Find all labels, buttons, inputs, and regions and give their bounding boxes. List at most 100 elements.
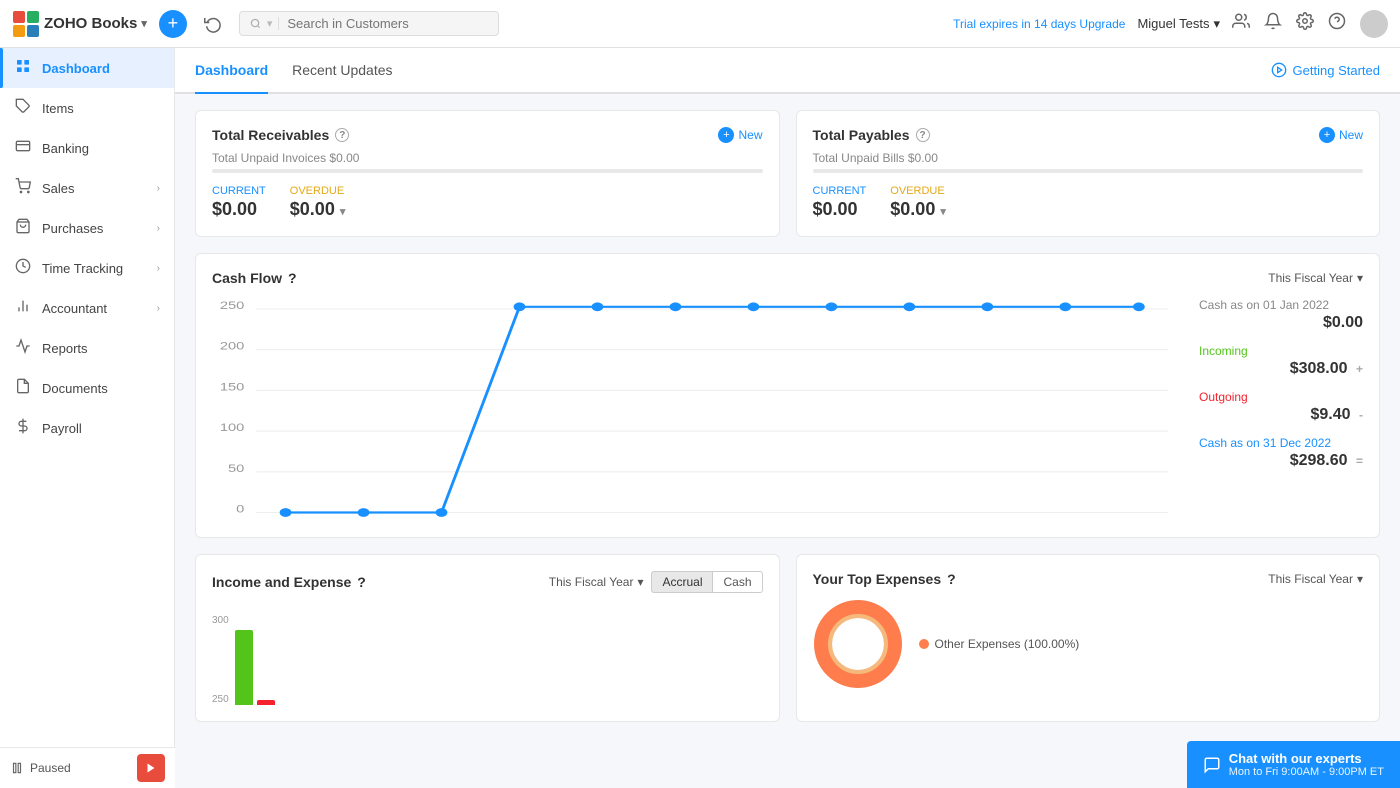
sidebar-item-documents[interactable]: Documents	[0, 368, 174, 408]
receivables-amounts: CURRENT $0.00 OVERDUE $0.00 ▾	[212, 185, 763, 220]
cashflow-chart: 0 50 100 150 200 250	[212, 298, 1183, 521]
main-content: Dashboard Recent Updates Getting Started…	[175, 48, 1400, 788]
cashflow-line	[286, 307, 1139, 513]
outgoing-value: $9.40 -	[1199, 406, 1363, 424]
cash-flow-card: Cash Flow ? This Fiscal Year ▾ 0 50	[195, 253, 1380, 538]
sidebar-item-payroll[interactable]: Payroll	[0, 408, 174, 448]
add-button[interactable]: +	[159, 10, 187, 38]
income-bars	[235, 615, 275, 705]
overdue-dropdown-arrow[interactable]: ▾	[340, 206, 346, 218]
paused-button[interactable]: Paused	[10, 761, 71, 775]
income-expense-card: Income and Expense ? This Fiscal Year ▾ …	[195, 554, 780, 722]
cash-button[interactable]: Cash	[713, 571, 762, 593]
sidebar-item-banking[interactable]: Banking	[0, 128, 174, 168]
paused-bar: Paused	[0, 747, 175, 788]
app-name: ZOHO Books	[44, 15, 137, 32]
trial-info: Trial expires in 14 days Upgrade	[953, 17, 1125, 31]
chart-dot-may	[592, 302, 604, 311]
settings-icon[interactable]	[1296, 12, 1314, 35]
payables-current-value: $0.00	[813, 199, 867, 220]
receivables-current-value: $0.00	[212, 199, 266, 220]
payables-help[interactable]: ?	[916, 128, 930, 142]
income-expense-help[interactable]: ?	[357, 574, 366, 590]
sidebar-item-items[interactable]: Items	[0, 88, 174, 128]
other-expenses-label: Other Expenses (100.00%)	[935, 637, 1080, 651]
other-expenses-legend: Other Expenses (100.00%)	[919, 637, 1080, 651]
items-icon	[14, 98, 32, 118]
payables-unpaid: Total Unpaid Bills $0.00	[813, 151, 1364, 165]
sidebar-label-documents: Documents	[42, 381, 108, 396]
search-input[interactable]	[287, 16, 488, 31]
accountant-icon	[14, 298, 32, 318]
income-expense-title: Income and Expense ?	[212, 574, 366, 590]
getting-started-button[interactable]: Getting Started	[1271, 48, 1380, 92]
avatar[interactable]	[1360, 10, 1388, 38]
tab-recent-updates[interactable]: Recent Updates	[292, 48, 392, 94]
notifications-icon[interactable]	[1264, 12, 1282, 35]
sidebar-label-banking: Banking	[42, 141, 89, 156]
top-expenses-content: Other Expenses (100.00%)	[813, 599, 1364, 689]
sidebar: Dashboard Items Banking Sales › Purcha	[0, 48, 175, 788]
users-icon[interactable]	[1232, 12, 1250, 35]
help-icon[interactable]	[1328, 12, 1346, 35]
cashflow-stats: Cash as on 01 Jan 2022 $0.00 Incoming $3…	[1183, 298, 1363, 521]
accrual-button[interactable]: Accrual	[651, 571, 713, 593]
svg-text:200: 200	[220, 340, 245, 353]
history-icon	[204, 15, 222, 33]
cashflow-help[interactable]: ?	[288, 270, 297, 286]
svg-text:150: 150	[220, 380, 245, 393]
sidebar-item-sales[interactable]: Sales ›	[0, 168, 174, 208]
chart-dot-jun	[670, 302, 682, 311]
receivables-help[interactable]: ?	[335, 128, 349, 142]
sidebar-label-dashboard: Dashboard	[42, 61, 110, 76]
total-payables-card: Total Payables ? + New Total Unpaid Bill…	[796, 110, 1381, 237]
chat-title: Chat with our experts	[1229, 751, 1384, 766]
chart-dot-aug	[825, 302, 837, 311]
cashflow-filter[interactable]: This Fiscal Year ▾	[1268, 271, 1363, 285]
receivables-title: Total Receivables ?	[212, 127, 349, 143]
receivables-progress	[212, 169, 763, 173]
sidebar-item-dashboard[interactable]: Dashboard	[0, 48, 174, 88]
accrual-cash-toggle: Accrual Cash	[651, 571, 762, 593]
search-bar[interactable]: ▾	[239, 11, 499, 36]
sidebar-label-time-tracking: Time Tracking	[42, 261, 123, 276]
cash-start-label: Cash as on 01 Jan 2022	[1199, 298, 1363, 312]
sidebar-item-accountant[interactable]: Accountant ›	[0, 288, 174, 328]
income-expense-filter[interactable]: This Fiscal Year ▾	[549, 575, 644, 589]
history-button[interactable]	[199, 10, 227, 38]
cash-start-value: $0.00	[1199, 314, 1363, 332]
user-menu[interactable]: Miguel Tests ▾	[1137, 16, 1220, 32]
sidebar-item-reports[interactable]: Reports	[0, 328, 174, 368]
payables-current-label: CURRENT	[813, 185, 867, 197]
top-expenses-card: Your Top Expenses ? This Fiscal Year ▾	[796, 554, 1381, 722]
payroll-icon	[14, 418, 32, 438]
getting-started-icon	[1271, 62, 1287, 78]
receivables-new-button[interactable]: + New	[718, 127, 762, 143]
payables-new-button[interactable]: + New	[1319, 127, 1363, 143]
app-chevron[interactable]: ▾	[141, 17, 147, 30]
other-expenses-dot	[919, 639, 929, 649]
payables-overdue-value: $0.00 ▾	[890, 199, 946, 220]
top-expenses-legend: Other Expenses (100.00%)	[919, 637, 1080, 651]
play-button[interactable]	[137, 754, 165, 782]
tab-dashboard[interactable]: Dashboard	[195, 48, 268, 94]
income-bar-1	[235, 630, 253, 705]
sidebar-label-payroll: Payroll	[42, 421, 82, 436]
sidebar-item-time-tracking[interactable]: Time Tracking ›	[0, 248, 174, 288]
app-logo[interactable]: ZOHO Books ▾	[12, 10, 147, 38]
sidebar-item-purchases[interactable]: Purchases ›	[0, 208, 174, 248]
payables-plus-icon: +	[1319, 127, 1335, 143]
total-receivables-card: Total Receivables ? + New Total Unpaid I…	[195, 110, 780, 237]
chat-widget[interactable]: Chat with our experts Mon to Fri 9:00AM …	[1187, 741, 1400, 788]
incoming-suffix: +	[1356, 362, 1363, 376]
payables-overdue-dropdown[interactable]: ▾	[940, 206, 946, 218]
top-expenses-help[interactable]: ?	[947, 571, 956, 587]
chart-dot-nov	[1059, 302, 1071, 311]
upgrade-link[interactable]: Upgrade	[1079, 17, 1125, 31]
banking-icon	[14, 138, 32, 158]
cashflow-content: 0 50 100 150 200 250	[212, 298, 1363, 521]
chart-dot-mar	[436, 508, 448, 517]
top-expenses-pie	[813, 599, 903, 689]
top-expenses-filter[interactable]: This Fiscal Year ▾	[1268, 572, 1363, 586]
svg-text:50: 50	[228, 462, 244, 475]
